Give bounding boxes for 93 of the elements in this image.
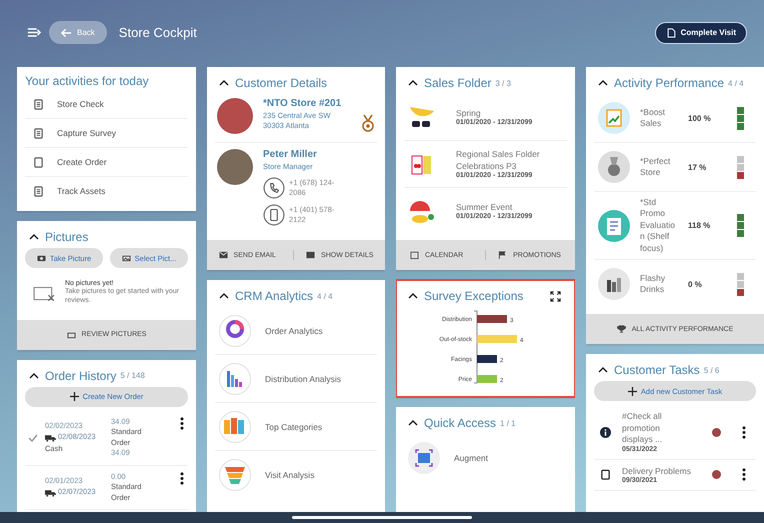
card-title: Order History [45,368,116,383]
collapse-chevron-icon[interactable] [598,367,608,374]
collapse-chevron-icon[interactable] [408,80,418,86]
medal-icon [598,151,630,183]
back-arrow-icon [61,28,72,38]
activity-percent: 17 % [688,162,708,172]
square-icon [33,156,44,168]
activity-name: *Boost Sales [640,106,666,130]
item-count: 5 / 6 [704,366,720,375]
card-title: Survey Exceptions [424,289,524,303]
funnel-icon [219,458,251,491]
info-icon [600,426,611,438]
collapse-chevron-icon[interactable] [29,234,39,240]
bottles-icon [598,268,630,300]
card-title: Your activities for today [25,74,150,88]
collapse-chevron-icon[interactable] [219,293,229,300]
task-title: Delivery Problems [622,466,692,477]
checkbox-icon [600,469,611,480]
avatar-placeholder [217,149,253,185]
activity-name: *Std Promo Evaluation (Shelf focus) [640,197,676,254]
activity-item[interactable]: Store Check [25,90,188,119]
activity-name: *Perfect Store [640,156,672,178]
item-count: 3 / 3 [495,78,511,88]
activity-item[interactable]: Track Assets [25,177,188,205]
complete-visit-button[interactable]: Complete Visit [654,22,747,44]
card-title: Pictures [45,230,88,244]
more-options-icon[interactable] [742,426,746,439]
card-title: Customer Tasks [614,363,700,378]
card-title: Quick Access [424,416,496,430]
document-icon [666,28,677,38]
collapse-chevron-icon[interactable] [598,80,608,86]
contact-name: Peter Miller [263,149,318,160]
menu-icon[interactable] [27,27,41,38]
calendar-icon [410,251,419,259]
list-icon [33,186,44,196]
collapse-chevron-icon[interactable] [408,420,418,426]
phone-icon[interactable] [263,177,285,200]
more-options-icon[interactable] [180,416,184,430]
card-title: Customer Details [235,76,328,90]
collapse-chevron-icon[interactable] [408,293,418,299]
item-count: 4 / 4 [317,292,333,301]
card-title: Activity Performance [614,76,724,90]
camera-icon [36,254,46,262]
activity-percent: 0 % [688,280,703,289]
more-options-icon[interactable] [180,472,184,485]
activity-percent: 118 % [688,221,712,230]
donut-chart-icon [219,314,251,347]
activity-name: Flashy Drinks [640,272,666,296]
list-icon [33,128,44,138]
stacked-bars-icon [219,410,251,443]
performance-item[interactable]: Flashy Drinks 0 % [594,260,756,308]
performance-item[interactable]: *Std Promo Evaluation (Shelf focus) 118 % [594,192,756,260]
collapse-chevron-icon[interactable] [29,372,39,379]
analytics-item[interactable]: Distribution Analysis [215,355,377,404]
activity-item[interactable]: Create Order [25,148,188,177]
more-options-icon[interactable] [742,468,746,482]
plus-icon [628,386,637,396]
card-title: Sales Folder [424,76,492,90]
item-count: 1 / 1 [500,418,516,428]
item-count: 5 / 148 [120,371,145,380]
card-title: CRM Analytics [235,289,314,304]
expand-icon[interactable] [550,290,561,302]
folder-name: Summer Event [456,202,514,212]
item-count: 4 / 4 [728,78,744,88]
envelope-icon [218,251,228,260]
photo-placeholder [217,98,253,134]
clipboard-icon [598,210,630,242]
plus-icon [70,392,79,402]
performance-item[interactable]: *Perfect Store 17 % [594,143,756,192]
quick-access-item[interactable]: Augment [404,434,567,481]
analytics-item[interactable]: Top Categories [215,403,377,452]
truck-icon [45,488,56,497]
mobile-phone-icon[interactable] [263,204,285,226]
store-name: *NTO Store #201 [263,98,342,109]
trophy-icon [616,325,626,334]
scan-icon [408,442,440,474]
bar-chart-icon [219,362,251,395]
truck-icon [45,434,56,442]
activity-item[interactable]: Capture Survey [25,119,188,148]
page-title: Store Cockpit [118,25,197,40]
activity-percent: 100 % [688,114,712,122]
task-title: #Check all promotion displays ... [622,411,664,446]
list-icon [33,98,44,110]
flag-icon [498,251,508,259]
folder-name: Spring [456,108,482,118]
check-icon [28,434,38,442]
folder-name: Regional Sales Folder Celebrations P3 [456,149,541,172]
growth-chart-icon [598,102,630,134]
analytics-item[interactable]: Visit Analysis [215,451,377,498]
medal-icon [361,114,375,132]
collapse-chevron-icon[interactable] [219,80,229,86]
analytics-item[interactable]: Order Analytics [215,307,377,356]
performance-item[interactable]: *Boost Sales 100 % [594,94,756,143]
